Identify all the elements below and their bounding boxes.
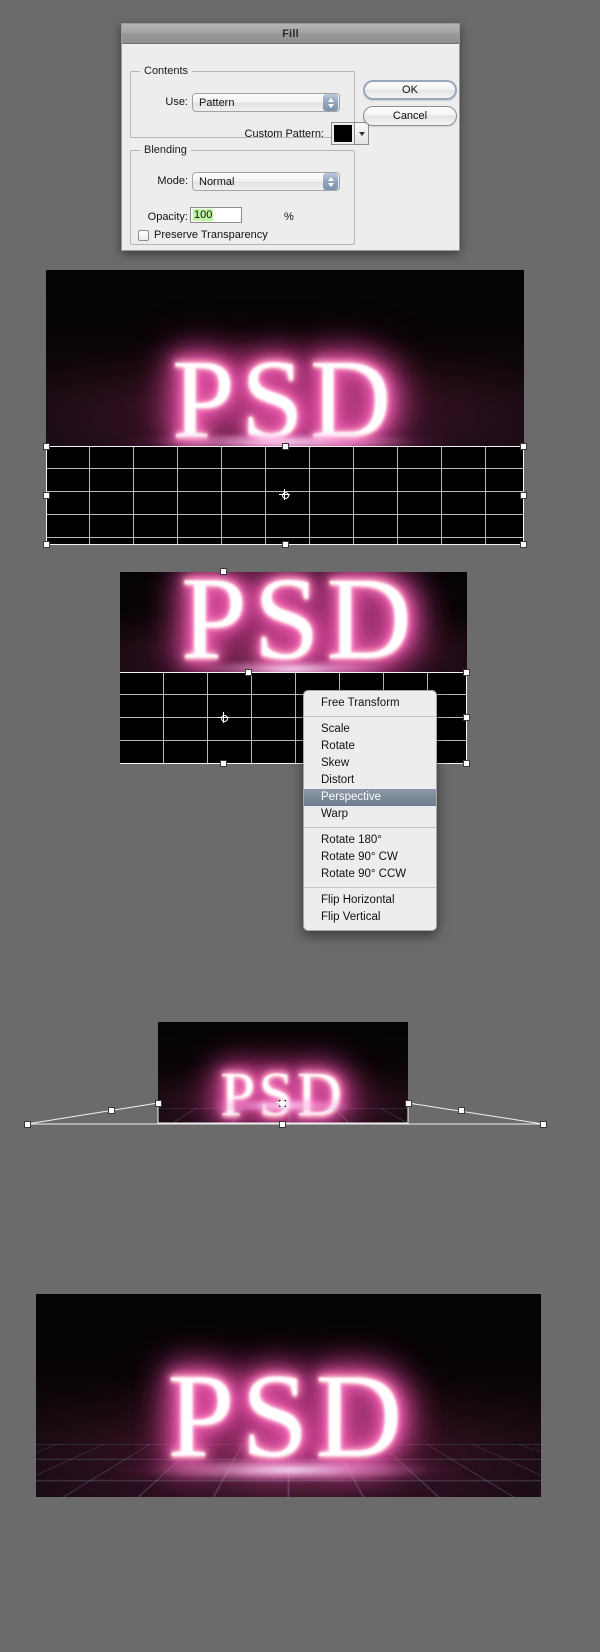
menu-separator <box>304 827 436 828</box>
psd-artwork-scene-zoomed: PSD <box>120 572 467 672</box>
mode-label: Mode: <box>157 175 188 187</box>
preserve-transparency-checkbox[interactable] <box>138 229 149 241</box>
menu-item-rotate-180[interactable]: Rotate 180° <box>304 832 436 849</box>
step-flat-grid-transform: PSD <box>43 270 527 548</box>
contents-group-legend: Contents <box>140 65 193 77</box>
menu-separator <box>304 887 436 888</box>
transform-handle-bottom-center[interactable] <box>282 541 289 548</box>
menu-item-rotate-90-cw[interactable]: Rotate 90° CW <box>304 849 436 866</box>
menu-item-rotate-90-ccw[interactable]: Rotate 90° CCW <box>304 866 436 883</box>
chevron-updown-icon[interactable] <box>323 94 338 111</box>
ok-button[interactable]: OK <box>363 80 457 100</box>
cancel-button[interactable]: Cancel <box>363 106 457 126</box>
opacity-label: Opacity: <box>147 211 188 223</box>
transform-handle-bottom-center[interactable] <box>220 760 227 767</box>
step-perspective-transform: PSD <box>20 980 550 1140</box>
chevron-updown-icon[interactable] <box>323 173 338 190</box>
percent-label: % <box>284 211 294 223</box>
chevron-down-icon[interactable] <box>355 122 369 145</box>
transform-handle-top-center[interactable] <box>220 568 227 575</box>
page-title: Fill <box>282 27 299 40</box>
psd-artwork-text: PSD <box>46 344 524 446</box>
menu-item-perspective[interactable]: Perspective <box>304 789 436 806</box>
pattern-swatch-color <box>334 125 352 142</box>
transform-handle-top-right[interactable] <box>520 443 527 450</box>
use-select[interactable]: Pattern <box>192 93 340 112</box>
perspective-transform-outline <box>26 1102 544 1125</box>
psd-artwork-text: PSD <box>120 572 467 672</box>
opacity-input[interactable]: 100 <box>190 207 242 223</box>
transform-handle-right-wing[interactable] <box>458 1107 465 1114</box>
custom-pattern-picker[interactable] <box>331 122 369 145</box>
psd-artwork-final-scene: PSD <box>36 1294 541 1497</box>
transform-handle-bottom-right[interactable] <box>520 541 527 548</box>
fill-dialog[interactable]: Fill Contents Use: Pattern Custom Patter… <box>121 23 460 251</box>
blending-group-legend: Blending <box>140 144 191 156</box>
preserve-transparency-label: Preserve Transparency <box>154 229 268 241</box>
floor-glow <box>36 1460 541 1480</box>
menu-item-skew[interactable]: Skew <box>304 755 436 772</box>
transform-handle-top-left[interactable] <box>43 443 50 450</box>
dialog-body: Contents Use: Pattern Custom Pattern: Bl… <box>122 44 459 252</box>
floor-glow <box>120 661 467 672</box>
transform-handle-far-right[interactable] <box>540 1121 547 1128</box>
menu-item-scale[interactable]: Scale <box>304 721 436 738</box>
transform-box-edge-top <box>120 672 467 673</box>
transform-handle-bottom-right[interactable] <box>463 760 470 767</box>
pattern-swatch[interactable] <box>331 122 355 145</box>
transform-context-menu[interactable]: Free Transform Scale Rotate Skew Distort Pers… <box>303 690 437 931</box>
menu-item-free-transform[interactable]: Free Transform <box>304 695 436 712</box>
transform-handle-top-right[interactable] <box>405 1100 412 1107</box>
mode-select-value: Normal <box>199 175 235 188</box>
transform-handle-far-left[interactable] <box>24 1121 31 1128</box>
psd-artwork-text: PSD <box>36 1356 541 1476</box>
transform-handle-middle-right[interactable] <box>520 492 527 499</box>
transform-pivot-point[interactable] <box>218 712 229 723</box>
transform-handle-top-right[interactable] <box>463 669 470 676</box>
psd-artwork-scene: PSD <box>46 270 524 446</box>
opacity-value: 100 <box>193 209 214 221</box>
transform-handle-top-center[interactable] <box>282 443 289 450</box>
step-final-result: PSD <box>36 1294 541 1497</box>
transform-handle-bottom-left[interactable] <box>43 541 50 548</box>
custom-pattern-label: Custom Pattern: <box>244 128 324 140</box>
menu-item-flip-vertical[interactable]: Flip Vertical <box>304 909 436 926</box>
use-select-value: Pattern <box>199 96 235 109</box>
dialog-titlebar[interactable]: Fill <box>122 24 459 44</box>
mode-select[interactable]: Normal <box>192 172 340 191</box>
transform-handle-bottom-center[interactable] <box>279 1121 286 1128</box>
transform-pivot-point[interactable] <box>279 489 290 500</box>
menu-item-rotate[interactable]: Rotate <box>304 738 436 755</box>
transform-pivot-point[interactable] <box>276 1097 287 1108</box>
transform-handle-middle-right[interactable] <box>463 714 470 721</box>
transform-handle-left-wing[interactable] <box>108 1107 115 1114</box>
menu-item-flip-horizontal[interactable]: Flip Horizontal <box>304 892 436 909</box>
menu-separator <box>304 716 436 717</box>
transform-handle-top-left[interactable] <box>155 1100 162 1107</box>
menu-item-distort[interactable]: Distort <box>304 772 436 789</box>
use-label: Use: <box>165 96 188 108</box>
transform-handle-grid-top-center[interactable] <box>245 669 252 676</box>
menu-item-warp[interactable]: Warp <box>304 806 436 823</box>
transform-handle-middle-left[interactable] <box>43 492 50 499</box>
preserve-transparency-row[interactable]: Preserve Transparency <box>138 229 268 241</box>
